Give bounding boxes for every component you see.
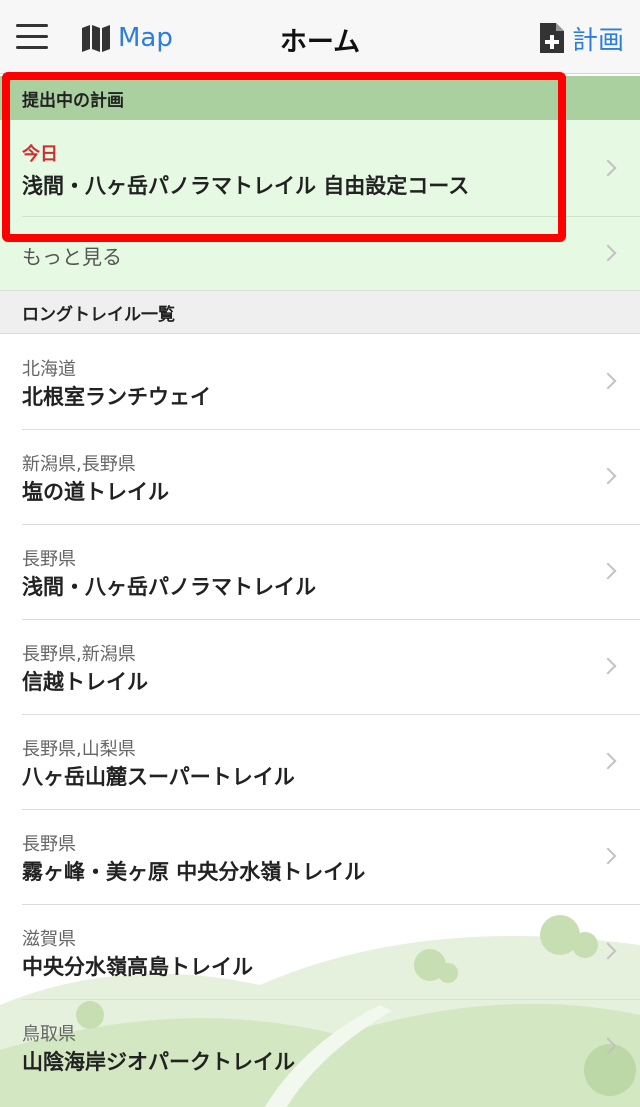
chevron-right-icon — [599, 372, 617, 390]
chevron-right-icon — [599, 847, 617, 865]
submitted-plans-list: 今日 浅間・八ヶ岳パノラマトレイル 自由設定コース もっと見る — [0, 120, 640, 290]
chevron-right-icon — [599, 562, 617, 580]
trail-name: 浅間・八ヶ岳パノラマトレイル — [22, 575, 316, 599]
trail-prefecture: 長野県,新潟県 — [22, 644, 136, 665]
plan-date: 今日 — [22, 144, 58, 165]
chevron-right-icon — [599, 657, 617, 675]
navigation-bar: Map ホーム 計画 — [0, 0, 640, 74]
chevron-right-icon — [599, 244, 617, 262]
long-trails-header: ロングトレイル一覧 — [0, 290, 640, 334]
trail-prefecture: 長野県 — [22, 549, 76, 570]
trail-list-item[interactable]: 新潟県,長野県 塩の道トレイル — [0, 430, 640, 525]
chevron-right-icon — [599, 942, 617, 960]
trail-prefecture: 長野県 — [22, 834, 76, 855]
add-plan-label: 計画 — [571, 25, 624, 56]
chevron-right-icon — [599, 752, 617, 770]
chevron-right-icon — [599, 159, 617, 177]
trail-name: 山陰海岸ジオパークトレイル — [22, 1050, 295, 1074]
trail-name: 霧ヶ峰・美ヶ原 中央分水嶺トレイル — [22, 860, 366, 884]
trail-list-item[interactable]: 鳥取県 山陰海岸ジオパークトレイル — [0, 1000, 640, 1095]
trail-name: 中央分水嶺高島トレイル — [22, 955, 253, 979]
add-document-icon — [539, 23, 564, 53]
trail-list-item[interactable]: 長野県,山梨県 八ヶ岳山麓スーパートレイル — [0, 715, 640, 810]
trail-name: 信越トレイル — [22, 670, 148, 694]
trail-name: 北根室ランチウェイ — [22, 385, 211, 409]
chevron-right-icon — [599, 1037, 617, 1055]
trail-prefecture: 長野県,山梨県 — [22, 739, 136, 760]
trail-prefecture: 新潟県,長野県 — [22, 454, 136, 475]
show-more-button[interactable]: もっと見る — [0, 217, 640, 290]
trail-list-item[interactable]: 北海道 北根室ランチウェイ — [0, 335, 640, 430]
plan-item[interactable]: 今日 浅間・八ヶ岳パノラマトレイル 自由設定コース — [0, 120, 640, 217]
trail-prefecture: 鳥取県 — [22, 1024, 76, 1045]
trail-name: 塩の道トレイル — [22, 480, 169, 504]
trail-prefecture: 滋賀県 — [22, 929, 76, 950]
plan-name: 浅間・八ヶ岳パノラマトレイル 自由設定コース — [22, 174, 470, 198]
trail-list-item[interactable]: 長野県,新潟県 信越トレイル — [0, 620, 640, 715]
trail-list-item[interactable]: 滋賀県 中央分水嶺高島トレイル — [0, 905, 640, 1000]
submitted-plans-header: 提出中の計画 — [0, 76, 640, 120]
trail-list-item[interactable]: 長野県 浅間・八ヶ岳パノラマトレイル — [0, 525, 640, 620]
trail-prefecture: 北海道 — [22, 359, 76, 380]
add-plan-button[interactable]: 計画 — [538, 18, 624, 58]
chevron-right-icon — [599, 467, 617, 485]
trail-list-item[interactable]: 長野県 霧ヶ峰・美ヶ原 中央分水嶺トレイル — [0, 810, 640, 905]
long-trails-list: 北海道 北根室ランチウェイ 新潟県,長野県 塩の道トレイル 長野県 浅間・八ヶ岳… — [0, 335, 640, 1107]
show-more-label: もっと見る — [22, 245, 122, 269]
trail-name: 八ヶ岳山麓スーパートレイル — [22, 765, 295, 789]
